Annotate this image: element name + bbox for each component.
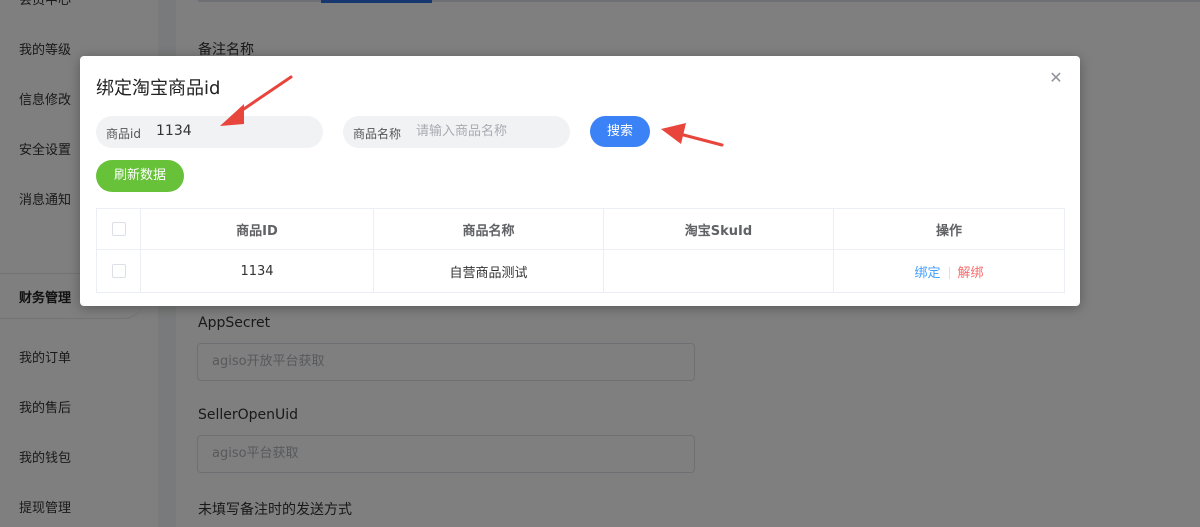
annotation-arrows — [220, 75, 724, 147]
arrow-to-product-id — [220, 75, 293, 126]
arrow-to-search-button — [661, 123, 724, 147]
